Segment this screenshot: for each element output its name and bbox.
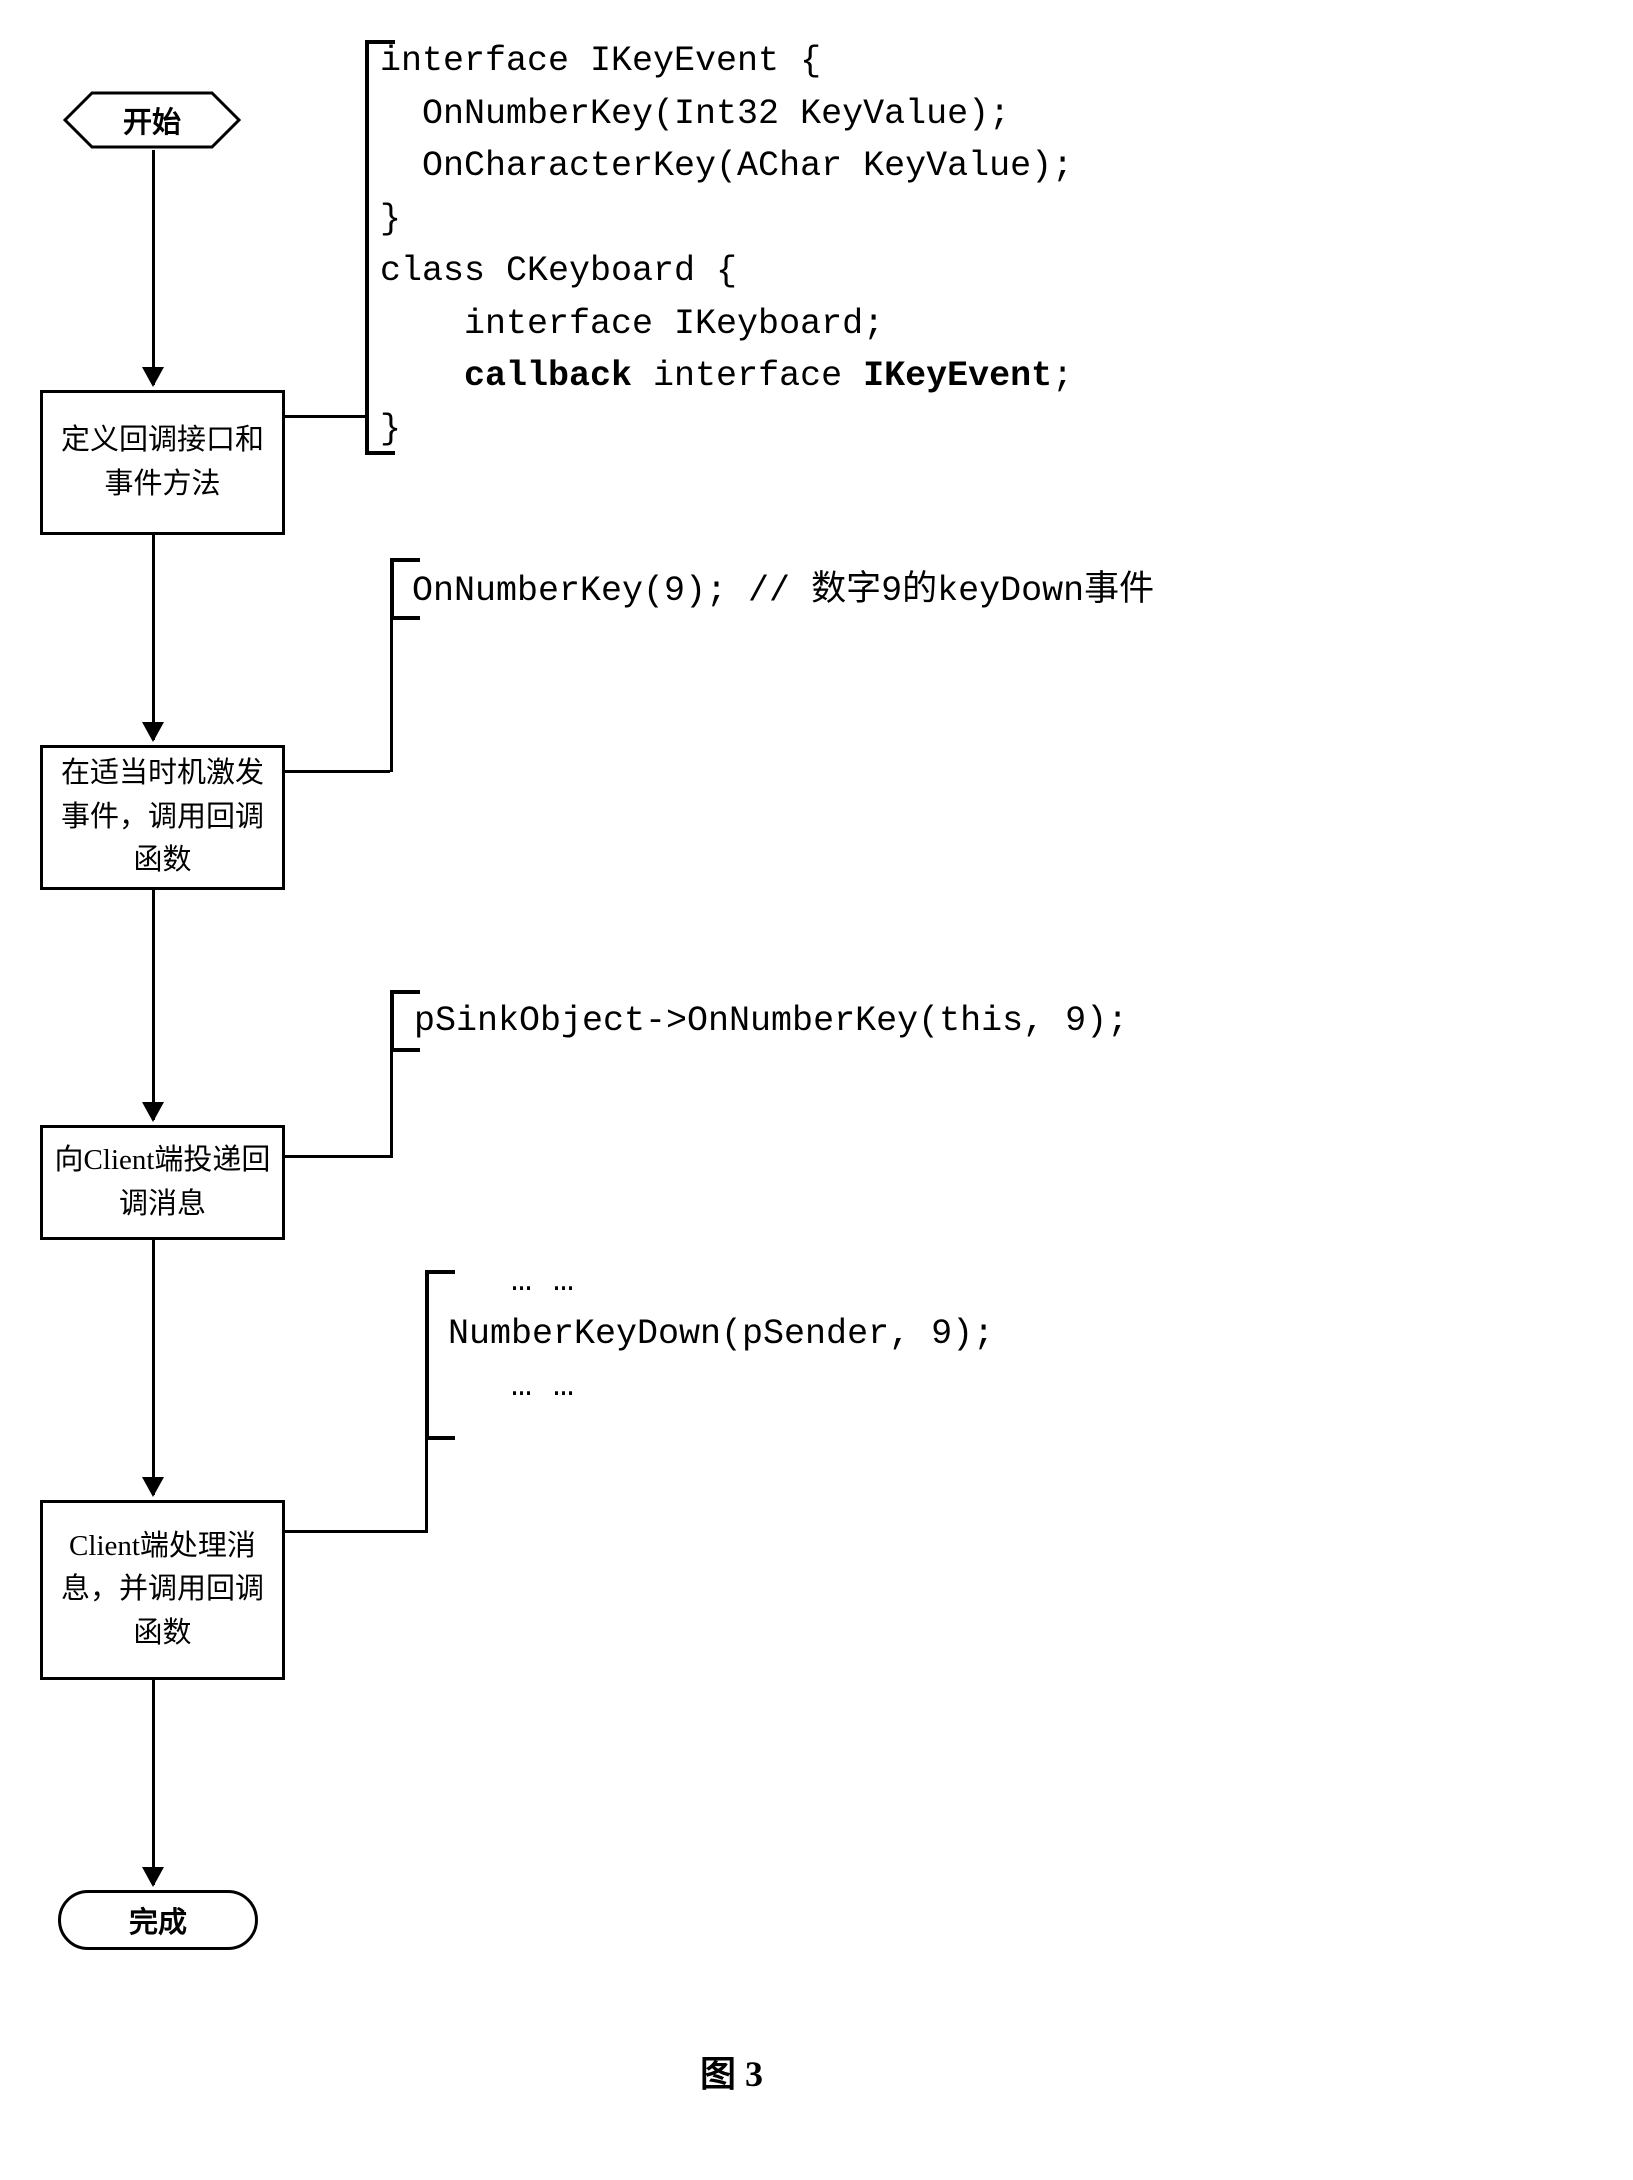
connector-line [285,770,390,773]
code-block-sink-call: pSinkObject->OnNumberKey(this, 9); [414,995,1128,1048]
box4-label: Client端处理消息，并调用回调函数 [53,1525,272,1656]
code-line: NumberKeyDown(pSender, 9); [448,1314,994,1354]
start-node: 开始 [62,90,242,150]
code-line: interface IKeyboard; [380,304,884,344]
code-line: OnNumberKey(Int32 KeyValue); [380,94,1010,134]
code-line: … … [448,1366,574,1406]
connector-line [285,1155,390,1158]
connector-line [285,1530,425,1533]
arrow-icon [152,1240,155,1495]
code-line: pSinkObject->OnNumberKey(this, 9); [414,1001,1128,1041]
start-label: 开始 [123,99,181,141]
arrow-icon [152,890,155,1120]
process-deliver-message: 向Client端投递回调消息 [40,1125,285,1240]
code-line: interface IKeyEvent { [380,41,821,81]
figure-caption: 图 3 [700,2045,763,2097]
code-line: OnCharacterKey(AChar KeyValue); [380,146,1073,186]
end-node: 完成 [58,1890,258,1950]
process-trigger-event: 在适当时机激发事件，调用回调函数 [40,745,285,890]
code-block-client-handler: … … NumberKeyDown(pSender, 9); … … [448,1255,994,1413]
code-line: callback interface IKeyEvent; [380,356,1073,396]
arrow-icon [152,535,155,740]
process-client-handle: Client端处理消息，并调用回调函数 [40,1500,285,1680]
arrow-icon [152,1680,155,1885]
box2-label: 在适当时机激发事件，调用回调函数 [53,752,272,883]
code-block-interface-definition: interface IKeyEvent { OnNumberKey(Int32 … [380,35,1073,455]
arrow-icon [152,150,155,385]
code-line: } [380,199,401,239]
code-line: OnNumberKey(9); // 数字9的keyDown事件 [412,571,1154,611]
connector-line [285,415,365,418]
code-line: class CKeyboard { [380,251,737,291]
flowchart-diagram: 开始 定义回调接口和事件方法 在适当时机激发事件，调用回调函数 向Client端… [20,20,1620,2160]
code-line: … … [448,1261,574,1301]
code-block-event-call: OnNumberKey(9); // 数字9的keyDown事件 [412,565,1154,618]
process-define-callback: 定义回调接口和事件方法 [40,390,285,535]
end-label: 完成 [129,1899,187,1941]
code-line: } [380,409,401,449]
box1-label: 定义回调接口和事件方法 [53,419,272,506]
box3-label: 向Client端投递回调消息 [53,1139,272,1226]
